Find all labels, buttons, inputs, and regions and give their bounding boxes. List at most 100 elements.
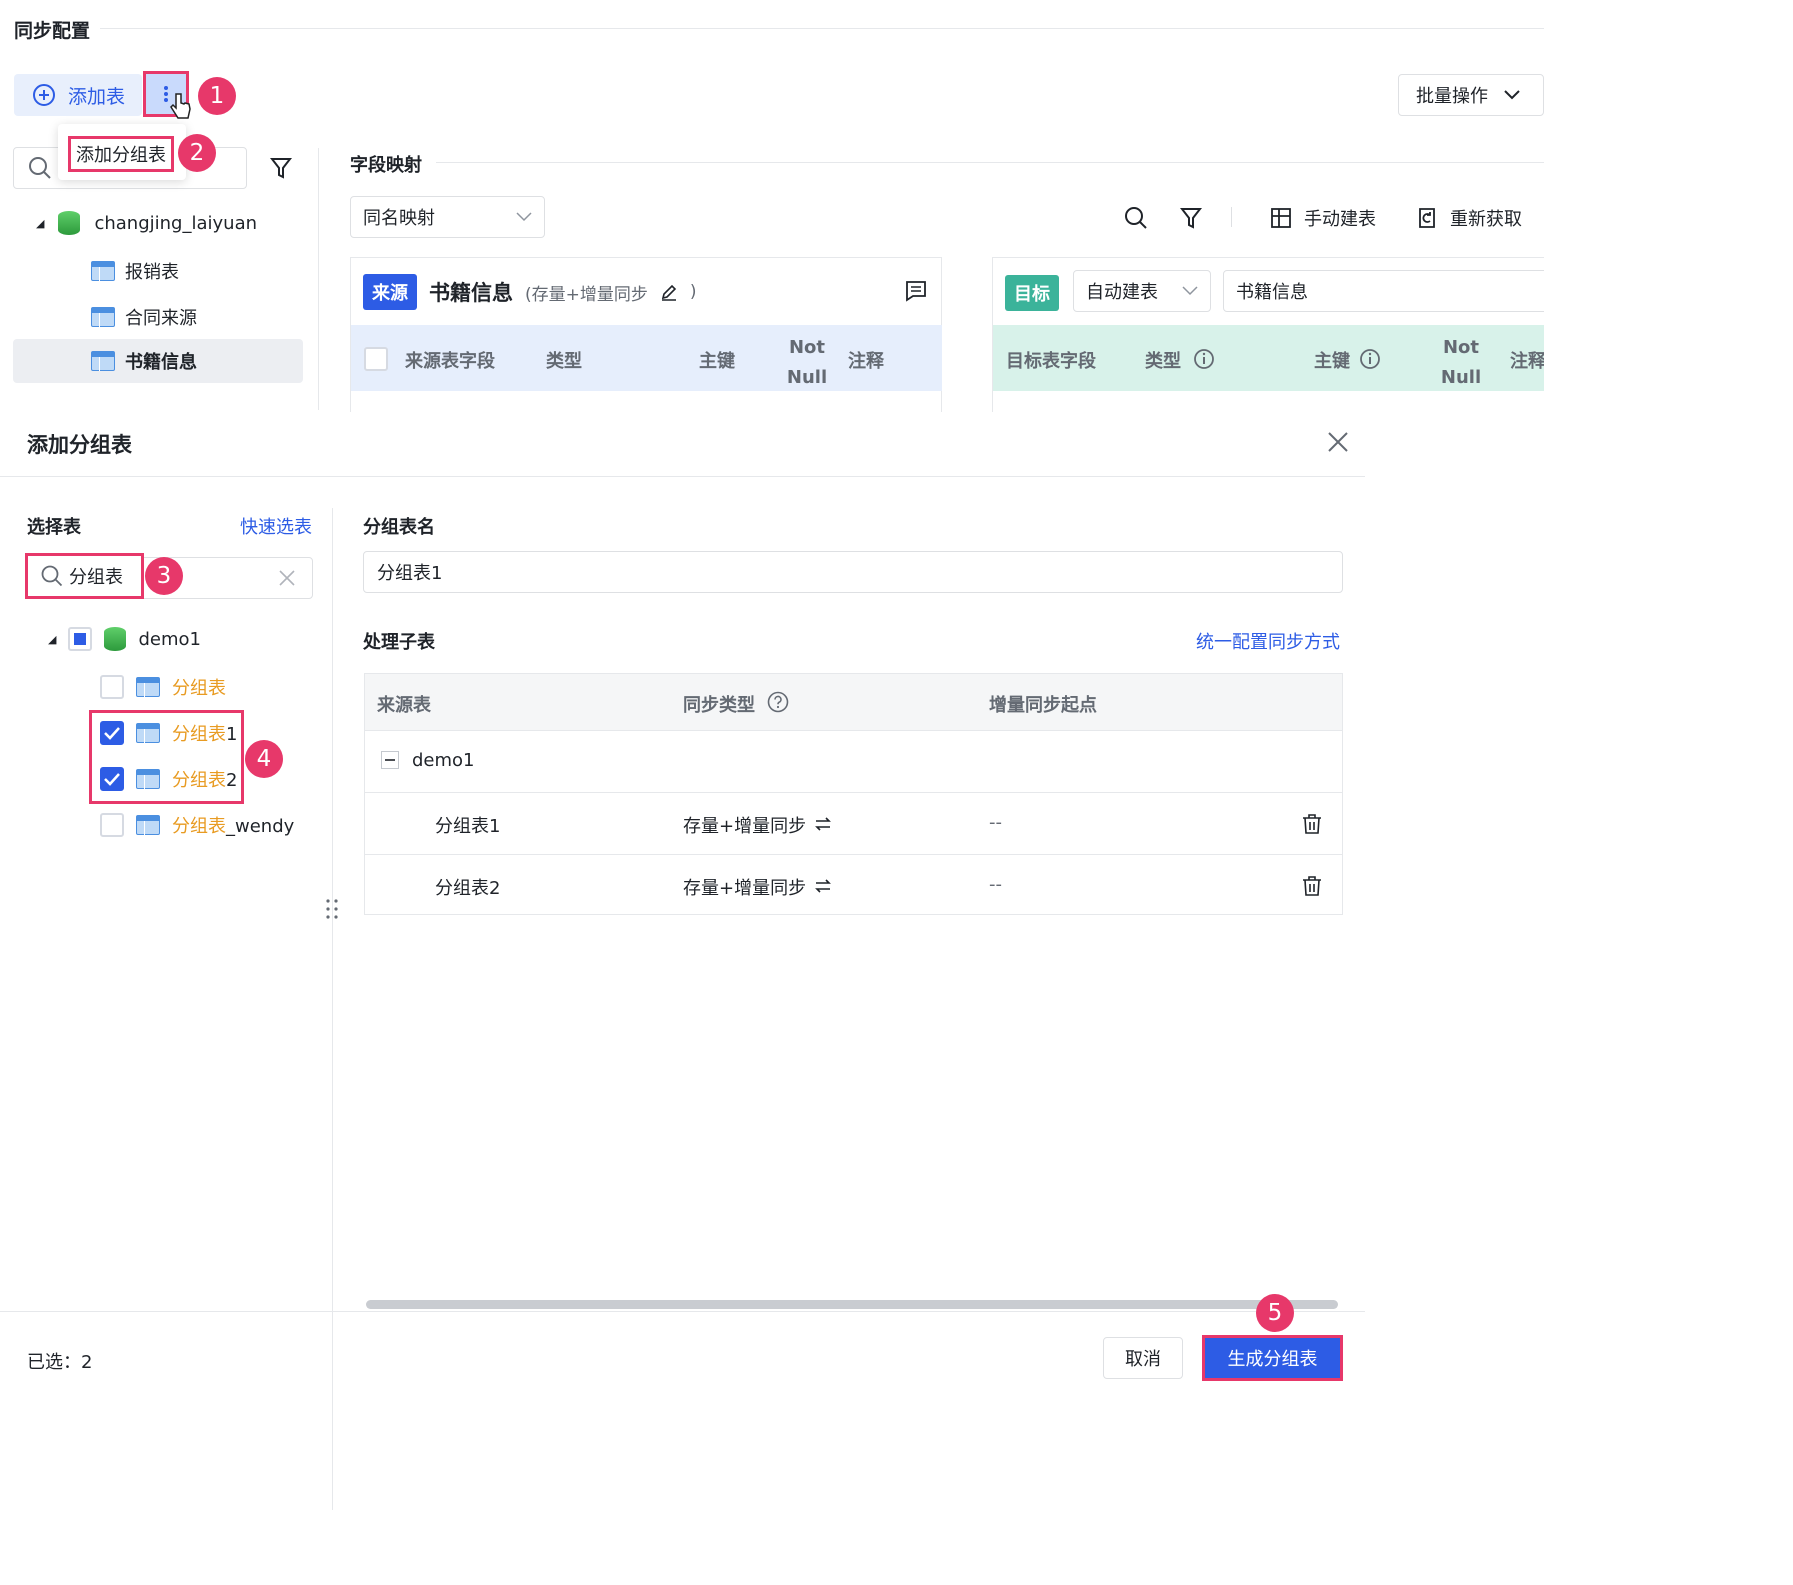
- item-checkbox[interactable]: [100, 675, 124, 699]
- filter-icon[interactable]: [1180, 207, 1202, 229]
- page-title: 同步配置: [14, 20, 91, 42]
- step-badge-2: 2: [178, 134, 216, 172]
- table-row: 分组表2 存量+增量同步 --: [365, 854, 1342, 916]
- mapping-mode-value: 同名映射: [363, 208, 435, 229]
- row-sync-type: 存量+增量同步: [683, 816, 807, 837]
- tree-item-label: 合同来源: [125, 308, 197, 329]
- comment-icon[interactable]: [905, 280, 927, 302]
- sub-tables-header: 来源表 同步类型 增量同步起点: [365, 674, 1342, 730]
- tree-db-label: changjing_laiyuan: [94, 212, 258, 234]
- tree-item-table[interactable]: 合同来源: [91, 304, 197, 330]
- mapping-mode-select[interactable]: 同名映射: [350, 196, 545, 238]
- group-name-input[interactable]: 分组表1: [363, 551, 1343, 593]
- dialog-split-divider: [332, 508, 333, 1510]
- select-all-checkbox[interactable]: [364, 347, 388, 371]
- field-mapping-title: 字段映射: [350, 155, 422, 176]
- tree-item-table[interactable]: 报销表: [91, 258, 179, 284]
- trash-icon[interactable]: [1301, 813, 1323, 835]
- collapse-icon[interactable]: [381, 751, 399, 769]
- search-icon: [28, 156, 52, 180]
- chevron-down-icon: [1182, 286, 1198, 296]
- checked-items-highlight: [89, 710, 244, 804]
- dialog-tree-item[interactable]: 分组表: [100, 674, 226, 700]
- search-icon: [41, 565, 63, 587]
- dialog-tree-item[interactable]: 分组表_wendy: [100, 812, 294, 838]
- batch-ops-dropdown[interactable]: 批量操作: [1398, 74, 1544, 116]
- target-columns-header: 目标表字段 类型 主键 Not Null 注释: [993, 325, 1544, 391]
- batch-ops-label: 批量操作: [1416, 86, 1488, 107]
- col-primary-key: 主键: [699, 351, 735, 372]
- table-icon: [91, 261, 115, 281]
- group-row[interactable]: demo1: [365, 730, 1342, 792]
- info-icon[interactable]: [1359, 348, 1381, 370]
- refresh-button[interactable]: 重新获取: [1416, 205, 1522, 231]
- selected-count: 已选：2: [27, 1352, 93, 1373]
- switch-arrows-icon[interactable]: [814, 816, 832, 832]
- menu-item-add-group-table[interactable]: 添加分组表: [68, 136, 174, 172]
- help-icon[interactable]: [767, 691, 789, 713]
- database-icon: [58, 211, 81, 235]
- caret-down-icon: ◢: [36, 216, 45, 230]
- search-icon[interactable]: [1124, 206, 1148, 230]
- group-name-value: 分组表1: [377, 563, 443, 584]
- row-start: --: [989, 812, 1002, 833]
- row-table-name: 分组表2: [435, 878, 501, 899]
- sub-tables-label: 处理子表: [363, 632, 435, 653]
- tree-node-db[interactable]: ◢ changjing_laiyuan: [36, 211, 257, 235]
- select-table-label: 选择表: [27, 517, 81, 538]
- dialog-tree-db[interactable]: ◢ demo1: [48, 627, 201, 651]
- dialog-title: 添加分组表: [27, 433, 132, 457]
- step-badge-4: 4: [245, 740, 283, 778]
- unify-sync-link[interactable]: 统一配置同步方式: [1196, 628, 1340, 654]
- trash-icon[interactable]: [1301, 875, 1323, 897]
- switch-arrows-icon[interactable]: [814, 878, 832, 894]
- field-mapping-divider: [436, 162, 1544, 163]
- more-options-menu: 添加分组表: [58, 124, 186, 180]
- group-name-label: 分组表名: [363, 517, 435, 538]
- step-badge-3: 3: [145, 557, 183, 595]
- target-table-input[interactable]: 书籍信息: [1223, 270, 1544, 312]
- step-badge-1: 1: [198, 77, 236, 115]
- dialog-footer-divider: [0, 1311, 1365, 1312]
- clear-icon[interactable]: [278, 569, 296, 587]
- horizontal-scrollbar[interactable]: [366, 1300, 1338, 1309]
- source-columns-header: 来源表字段 类型 主键 Not Null 注释: [351, 325, 942, 391]
- manual-create-button[interactable]: 手动建表: [1270, 205, 1376, 231]
- table-create-icon: [1270, 207, 1292, 229]
- caret-down-icon: ◢: [48, 632, 57, 646]
- database-icon: [104, 627, 127, 651]
- edit-icon[interactable]: [660, 283, 678, 301]
- chevron-down-icon: [516, 212, 532, 222]
- col-sync-type: 同步类型: [683, 695, 755, 716]
- row-sync-type: 存量+增量同步: [683, 878, 807, 899]
- row-start: --: [989, 874, 1002, 895]
- add-table-button[interactable]: 添加表: [14, 74, 142, 116]
- tree-item-label: 书籍信息: [125, 352, 197, 373]
- col-incremental-start: 增量同步起点: [989, 695, 1097, 716]
- target-mode-select[interactable]: 自动建表: [1073, 270, 1211, 312]
- title-divider: [100, 28, 1544, 29]
- manual-create-label: 手动建表: [1304, 209, 1376, 230]
- table-icon: [91, 351, 115, 371]
- tree-item-table-selected[interactable]: 书籍信息: [13, 339, 303, 383]
- toolbar-divider: [1231, 207, 1232, 227]
- info-icon[interactable]: [1193, 348, 1215, 370]
- chevron-down-icon: [1504, 90, 1520, 100]
- target-card: 目标 自动建表 书籍信息 目标表字段 类型 主键 Not Null 注释: [992, 257, 1544, 413]
- cancel-button[interactable]: 取消: [1103, 1337, 1183, 1379]
- refresh-icon: [1416, 207, 1438, 229]
- generate-group-table-button[interactable]: 生成分组表: [1202, 1335, 1343, 1381]
- item-checkbox[interactable]: [100, 813, 124, 837]
- dialog-header-divider: [0, 476, 1365, 477]
- tree-item-label: 报销表: [125, 262, 179, 283]
- quick-select-link[interactable]: 快速选表: [240, 513, 312, 539]
- close-icon[interactable]: [1327, 431, 1349, 453]
- drag-handle-icon[interactable]: [325, 898, 339, 920]
- search-highlight: 分组表: [25, 553, 144, 599]
- db-checkbox-partial[interactable]: [68, 627, 93, 651]
- filter-icon[interactable]: [270, 157, 292, 179]
- item-match: 分组表: [172, 678, 226, 699]
- table-icon: [136, 815, 160, 835]
- col-source-field: 来源表字段: [405, 351, 495, 372]
- target-tag: 目标: [1005, 275, 1059, 311]
